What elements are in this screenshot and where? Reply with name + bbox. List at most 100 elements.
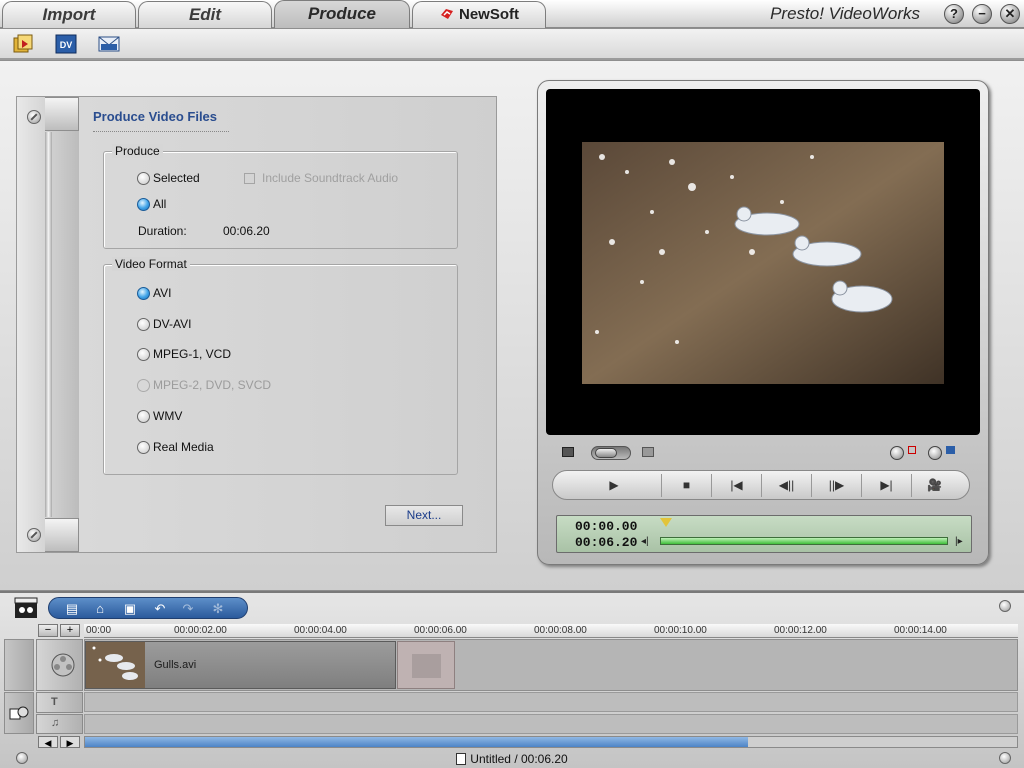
timeline-scrollbar[interactable] [84,736,1018,748]
tab-import[interactable]: Import [2,1,136,28]
previous-frame-button[interactable]: ◀|| [761,474,811,497]
produce-toolbar: DV [0,29,1024,60]
storyboard-toggle-icon[interactable] [14,597,38,619]
ruler-tick: 00:00 [86,625,112,636]
minimize-button[interactable]: − [972,4,992,24]
radio-dot [137,409,150,423]
screw-icon [999,600,1011,612]
radio-wmv[interactable]: WMV [137,409,182,423]
scroll-arrows: ◀ ▶ [38,736,82,748]
help-button[interactable]: ? [944,4,964,24]
panel-top-tab [45,97,79,131]
overlay-track-side [4,692,34,734]
project-status: Untitled / 00:06.20 [470,752,568,766]
produce-file-icon[interactable] [12,34,34,54]
undo-icon[interactable]: ↶ [151,601,169,617]
radio-dv-avi-label: DV-AVI [153,317,192,331]
audio-track-header[interactable]: ♫ [36,714,83,734]
radio-mpeg1[interactable]: MPEG-1, VCD [137,347,231,361]
scrub-bar[interactable] [660,537,948,545]
playhead-marker[interactable] [660,518,672,527]
video-track[interactable]: Gulls.avi [84,639,1018,691]
radio-mpeg2-label: MPEG-2, DVD, SVCD [153,378,272,392]
preview-monitor: ▶ ■ |◀ ◀|| ||▶ ▶| 🎥 00:00.00 00:06.20 ◂|… [537,80,989,565]
workspace: Produce Video Files Produce Selected All… [0,61,1024,590]
blue-camera-icon [946,446,955,454]
timecode-display: 00:00.00 00:06.20 ◂| |▸ [556,515,972,553]
video-track-side [4,639,34,691]
next-button[interactable]: Next... [385,505,463,526]
duration-value: 00:06.20 [223,224,270,238]
radio-selected[interactable]: Selected [137,171,200,185]
tab-produce[interactable]: Produce [274,0,410,28]
app-window: Import Edit Produce NewSoft Presto! Vide… [0,0,1024,768]
radio-avi-label: AVI [153,286,172,300]
title-track[interactable] [84,692,1018,712]
dv-tape-icon[interactable]: DV [55,34,77,54]
go-to-end-icon: ▶| [880,478,893,492]
go-to-start-button[interactable]: |◀ [711,474,761,497]
preview-screen [546,89,980,435]
tab-newsoft-label: NewSoft [459,6,519,23]
zoom-out-button[interactable]: − [38,624,58,637]
transition-slot[interactable] [397,641,455,689]
capture-button[interactable]: 🎥 [911,474,957,497]
tab-newsoft[interactable]: NewSoft [412,1,546,28]
radio-all[interactable]: All [137,197,166,211]
stop-button[interactable]: ■ [661,474,711,497]
panel-rail [45,132,52,517]
panel-bottom-tab [45,518,79,552]
go-to-end-button[interactable]: ▶| [861,474,911,497]
video-track-header[interactable] [36,639,83,691]
preview-mode-slider-thumb[interactable] [595,448,617,458]
red-frame-icon [908,446,916,454]
include-soundtrack-checkbox[interactable]: Include Soundtrack Audio [244,171,398,185]
clip-thumbnail [86,642,145,688]
help-icon: ? [950,6,958,21]
preview-mode-slider[interactable] [591,446,631,460]
title-track-header[interactable]: T [36,692,83,713]
scroll-left-button[interactable]: ◀ [38,736,58,748]
play-button[interactable]: ▶ [567,474,661,497]
storyboard-mode-icon [562,447,574,457]
zoom-controls: − + [38,624,82,638]
snapshot-toggle[interactable] [890,446,904,460]
capture-toggle[interactable] [928,446,942,460]
screw-icon [16,752,28,764]
email-video-icon[interactable] [98,34,120,54]
video-format-legend: Video Format [112,257,190,271]
title-underline [93,131,229,132]
screw-icon [27,528,41,542]
scroll-right-button[interactable]: ▶ [60,736,80,748]
transport-bar: ▶ ■ |◀ ◀|| ||▶ ▶| 🎥 [552,470,970,500]
mark-out-icon[interactable]: |▸ [955,536,963,547]
next-frame-button[interactable]: ||▶ [811,474,861,497]
radio-dot [137,378,150,392]
radio-real-media[interactable]: Real Media [137,440,214,454]
audio-track[interactable] [84,714,1018,734]
radio-avi[interactable]: AVI [137,286,171,300]
radio-wmv-label: WMV [153,409,183,423]
video-clip[interactable]: Gulls.avi [85,641,396,689]
radio-dv-avi[interactable]: DV-AVI [137,317,191,331]
tab-produce-label: Produce [307,4,377,23]
zoom-in-button[interactable]: + [60,624,80,637]
radio-dot [137,317,150,331]
save-icon[interactable]: ▣ [121,601,139,617]
radio-dot [137,171,150,185]
radio-selected-label: Selected [153,171,200,185]
open-folder-icon[interactable]: ⌂ [91,601,109,617]
music-note-icon: ♫ [51,717,60,729]
timeline-scrollbar-thumb[interactable] [85,737,748,747]
new-project-icon[interactable]: ▤ [63,601,81,617]
minimize-icon: − [978,6,986,21]
close-button[interactable]: ✕ [1000,4,1020,24]
duration-label: Duration: [138,224,187,238]
tab-edit[interactable]: Edit [138,1,272,28]
transition-icon [9,706,29,720]
newsoft-logo-icon [441,9,453,19]
clip-mode-icon [642,447,654,457]
mark-in-icon[interactable]: ◂| [641,536,649,547]
checkbox-box [244,172,255,184]
timeline-ruler[interactable]: 00:00 00:00:02.00 00:00:04.00 00:00:06.0… [84,624,1018,638]
